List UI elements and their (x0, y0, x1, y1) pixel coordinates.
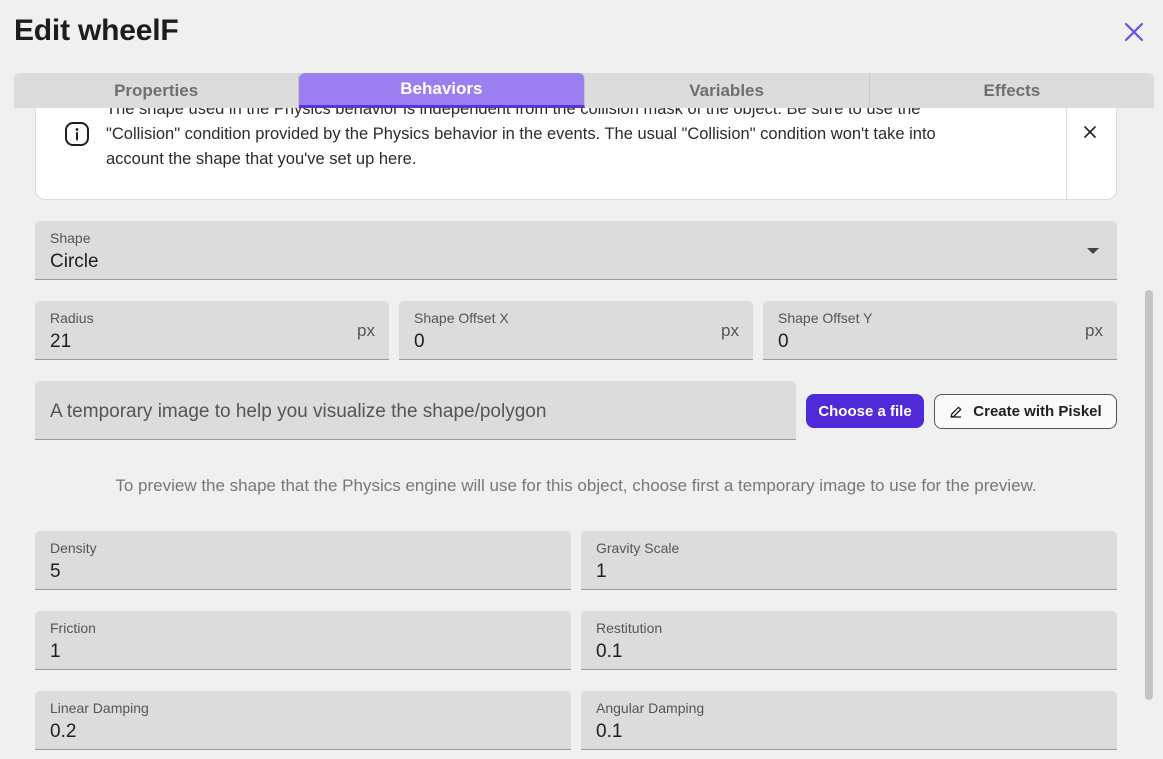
preview-image-placeholder: A temporary image to help you visualize … (50, 401, 547, 422)
notice-line: account the shape that you've set up her… (106, 150, 417, 168)
tab-behaviors[interactable]: Behaviors (299, 73, 585, 108)
offset-x-label: Shape Offset X (414, 310, 509, 326)
gravity-scale-value: 1 (596, 561, 607, 582)
linear-damping-label: Linear Damping (50, 700, 149, 716)
dialog-title: Edit wheelF (14, 14, 179, 47)
notice-line: The shape used in the Physics behavior i… (106, 108, 921, 118)
angular-damping-field[interactable]: Angular Damping 0.1 (581, 691, 1117, 750)
density-field[interactable]: Density 5 (35, 531, 571, 590)
offset-x-unit: px (721, 321, 739, 340)
density-label: Density (50, 540, 97, 556)
offset-y-value: 0 (778, 331, 789, 352)
offset-y-label: Shape Offset Y (778, 310, 873, 326)
radius-label: Radius (50, 310, 94, 326)
shape-value: Circle (50, 251, 99, 272)
radius-value: 21 (50, 331, 72, 352)
friction-field[interactable]: Friction 1 (35, 611, 571, 670)
linear-damping-field[interactable]: Linear Damping 0.2 (35, 691, 571, 750)
create-with-piskel-label: Create with Piskel (973, 403, 1102, 420)
choose-file-button[interactable]: Choose a file (806, 394, 924, 428)
chevron-down-icon (1087, 248, 1099, 254)
restitution-label: Restitution (596, 620, 663, 636)
preview-hint: To preview the shape that the Physics en… (115, 476, 1037, 495)
behavior-content: The shape used in the Physics behavior i… (14, 108, 1154, 759)
shape-offset-y-field[interactable]: Shape Offset Y 0 px (763, 301, 1117, 360)
offset-x-value: 0 (414, 331, 425, 352)
create-with-piskel-button[interactable]: Create with Piskel (934, 394, 1117, 429)
notice-text: The shape used in the Physics behavior i… (106, 108, 1066, 172)
gravity-scale-field[interactable]: Gravity Scale 1 (581, 531, 1117, 590)
info-icon (65, 122, 89, 146)
friction-value: 1 (50, 641, 61, 662)
scrollbar-thumb[interactable] (1145, 290, 1153, 700)
restitution-field[interactable]: Restitution 0.1 (581, 611, 1117, 670)
info-notice: The shape used in the Physics behavior i… (35, 108, 1117, 201)
tab-variables[interactable]: Variables (585, 73, 870, 108)
radius-unit: px (357, 321, 375, 340)
notice-line: "Collision" condition provided by the Ph… (106, 125, 936, 143)
angular-damping-value: 0.1 (596, 721, 623, 742)
density-value: 5 (50, 561, 61, 582)
shape-offset-x-field[interactable]: Shape Offset X 0 px (399, 301, 753, 360)
close-icon[interactable] (1082, 124, 1098, 140)
tab-effects[interactable]: Effects (870, 73, 1154, 108)
linear-damping-value: 0.2 (50, 721, 77, 742)
tab-bar: Properties Behaviors Variables Effects (14, 73, 1154, 108)
gravity-scale-label: Gravity Scale (596, 540, 680, 556)
close-icon[interactable] (1122, 20, 1146, 44)
radius-field[interactable]: Radius 21 px (35, 301, 389, 360)
friction-label: Friction (50, 620, 96, 636)
restitution-value: 0.1 (596, 641, 623, 662)
shape-label: Shape (50, 230, 91, 246)
angular-damping-label: Angular Damping (596, 700, 705, 716)
shape-select[interactable]: Shape Circle (35, 221, 1117, 280)
preview-image-field[interactable]: A temporary image to help you visualize … (35, 381, 796, 440)
notice-divider (1066, 108, 1067, 201)
offset-y-unit: px (1085, 321, 1103, 340)
tab-properties[interactable]: Properties (14, 73, 300, 108)
pencil-icon (950, 406, 962, 418)
